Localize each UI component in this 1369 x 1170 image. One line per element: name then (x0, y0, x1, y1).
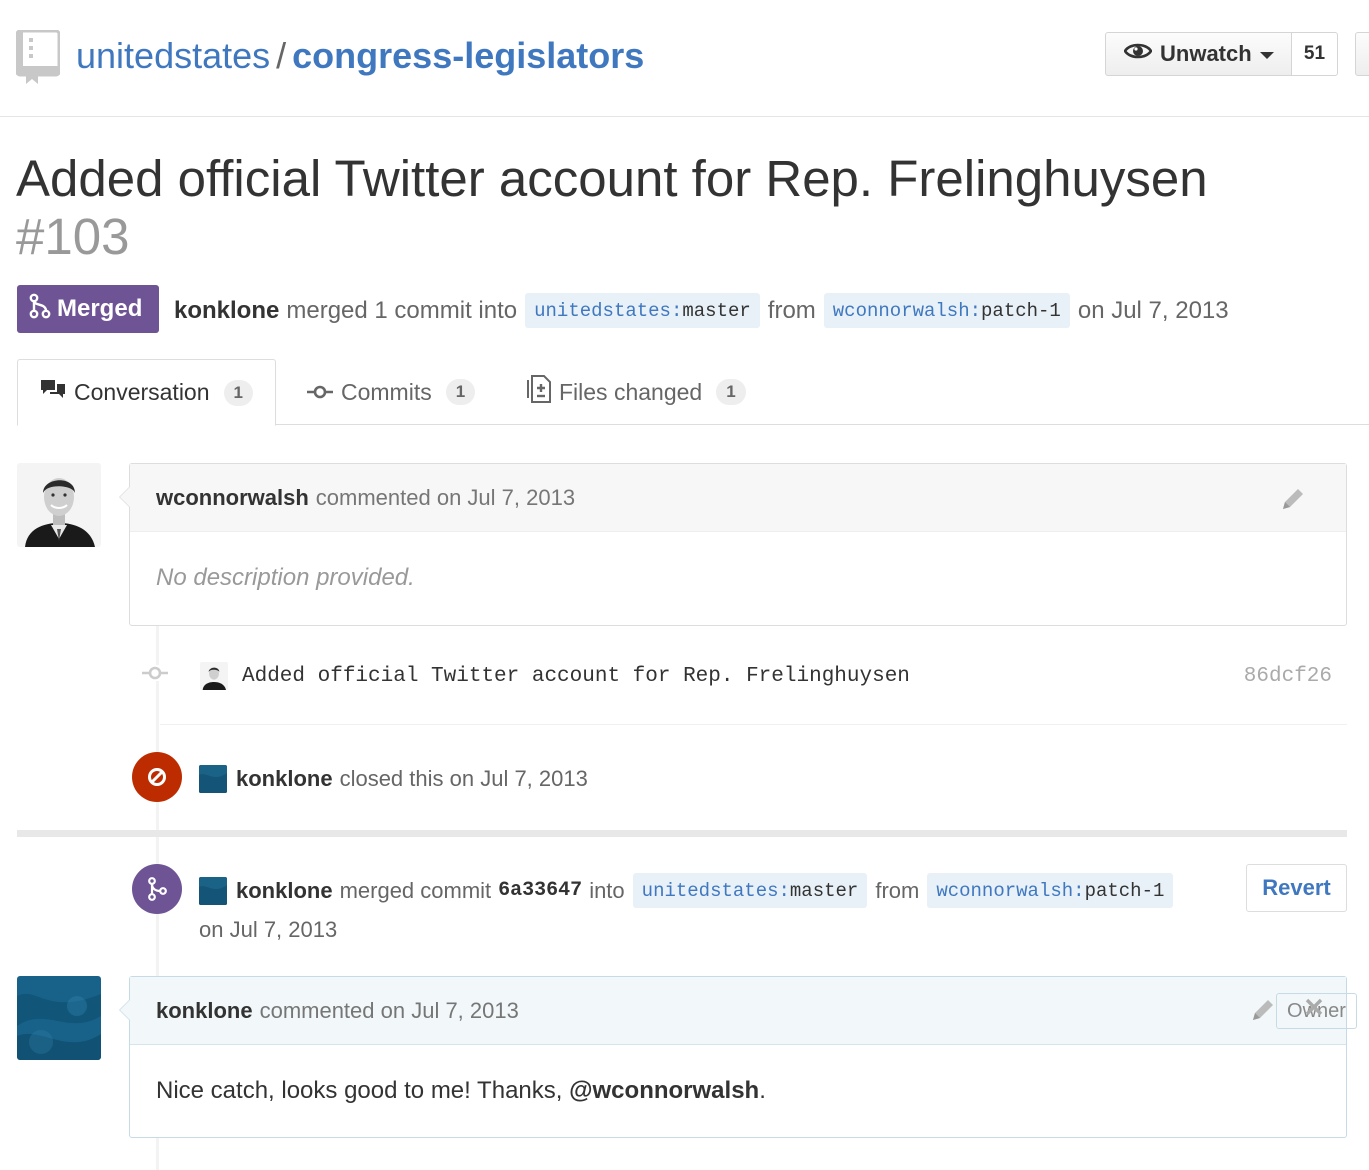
tab-files-changed[interactable]: Files changed 1 (527, 359, 746, 425)
comment-body: No description provided. (156, 564, 415, 591)
star-button[interactable] (1355, 32, 1369, 76)
commit-sha-link[interactable]: 86dcf26 (1244, 665, 1332, 688)
tab-files-count: 1 (716, 379, 746, 405)
tab-conversation-label: Conversation (74, 379, 210, 405)
pencil-icon[interactable] (1250, 997, 1276, 1029)
event-author-link[interactable]: konklone (236, 766, 333, 792)
pr-number: #103 (16, 208, 130, 265)
commit-message-link[interactable]: Added official Twitter account for Rep. … (242, 665, 910, 688)
avatar[interactable] (17, 976, 101, 1060)
merged-action: merged commit (339, 877, 492, 903)
timeline-divider (17, 830, 1347, 837)
repo-name-link[interactable]: congress-legislators (292, 35, 644, 76)
avatar[interactable] (200, 662, 228, 690)
comment-body: Nice catch, looks good to me! Thanks, @w… (130, 1045, 1346, 1137)
comment-wconnorwalsh: wconnorwalsh commented on Jul 7, 2013 No… (119, 463, 1347, 626)
repo-header: unitedstates / congress-legislators Unwatc… (0, 0, 1369, 117)
tab-files-label: Files changed (559, 378, 703, 405)
unwatch-label: Unwatch (1160, 41, 1252, 66)
base-branch[interactable]: unitedstates:master (525, 293, 760, 328)
merged-from: from (875, 877, 920, 903)
pr-meta: konklone merged 1 commit into unitedstat… (174, 293, 1229, 328)
circle-slash-icon (132, 752, 182, 802)
comment-text: Nice catch, looks good to me! Thanks, (156, 1077, 570, 1104)
avatar[interactable] (199, 765, 227, 793)
head-branch[interactable]: wconnorwalsh:patch-1 (823, 293, 1070, 328)
git-merge-icon (29, 293, 57, 326)
eye-icon (1123, 41, 1153, 67)
pr-tabs: Conversation 1 Commits 1 Files changed 1 (17, 359, 1369, 426)
tab-commits-count: 1 (445, 379, 476, 405)
revert-button[interactable]: Revert (1246, 864, 1347, 912)
watchers-count[interactable]: 51 (1291, 32, 1338, 76)
avatar[interactable] (17, 463, 101, 547)
meta-date: on Jul 7, 2013 (1077, 296, 1229, 324)
comment-author-link[interactable]: wconnorwalsh (156, 485, 309, 511)
timeline-line (156, 1138, 159, 1170)
repo-owner-link[interactable]: unitedstates (76, 35, 270, 76)
tab-conversation-count: 1 (223, 379, 253, 406)
comment-header: konklone commented on Jul 7, 2013 Owner (130, 977, 1357, 1045)
avatar[interactable] (199, 877, 227, 905)
merged-state-badge: Merged (17, 285, 159, 333)
pencil-icon[interactable] (1280, 486, 1306, 518)
tab-commits[interactable]: Commits 1 (307, 359, 476, 425)
comment-text-end: . (759, 1077, 766, 1104)
git-commit-icon (307, 379, 341, 406)
merged-event: konklone merged commit 6a33647 into unit… (236, 873, 1181, 908)
close-icon[interactable] (1304, 991, 1324, 1025)
comment-header: wconnorwalsh commented on Jul 7, 2013 (130, 464, 1346, 532)
closed-event: konklone closed this on Jul 7, 2013 (236, 766, 588, 792)
comment-konklone: konklone commented on Jul 7, 2013 Owner … (119, 976, 1357, 1138)
tab-commits-label: Commits (341, 378, 432, 405)
head-branch[interactable]: wconnorwalsh:patch-1 (927, 873, 1174, 908)
unwatch-button[interactable]: Unwatch (1105, 32, 1292, 76)
commit-list-item: Added official Twitter account for Rep. … (142, 628, 1347, 725)
event-text: closed this on Jul 7, 2013 (339, 766, 588, 791)
event-author-link[interactable]: konklone (236, 878, 333, 904)
git-merge-icon (132, 864, 182, 914)
merged-date: on Jul 7, 2013 (199, 917, 338, 942)
repo-title: unitedstates / congress-legislators (76, 35, 644, 77)
diff-icon (527, 375, 559, 409)
merged-into: into (589, 877, 625, 903)
repo-separator: / (276, 35, 287, 76)
meta-from: from (767, 296, 816, 324)
comment-discussion-icon (40, 378, 74, 408)
meta-author-link[interactable]: konklone (174, 297, 279, 325)
comment-author-link[interactable]: konklone (156, 998, 253, 1024)
git-commit-icon (142, 665, 168, 686)
merge-commit-sha-link[interactable]: 6a33647 (498, 879, 582, 902)
page-title: Added official Twitter account for Rep. … (16, 150, 1356, 266)
meta-action: merged 1 commit into (286, 296, 518, 324)
pr-title-text: Added official Twitter account for Rep. … (16, 150, 1208, 207)
comment-timestamp[interactable]: commented on Jul 7, 2013 (260, 998, 519, 1024)
repo-icon (15, 29, 61, 84)
comment-timestamp[interactable]: commented on Jul 7, 2013 (316, 485, 575, 511)
base-branch[interactable]: unitedstates:master (632, 873, 868, 908)
merged-state-label: Merged (57, 295, 143, 322)
tab-conversation[interactable]: Conversation 1 (17, 359, 276, 426)
user-mention-link[interactable]: @wconnorwalsh (569, 1077, 759, 1104)
caret-down-icon (1259, 52, 1274, 59)
